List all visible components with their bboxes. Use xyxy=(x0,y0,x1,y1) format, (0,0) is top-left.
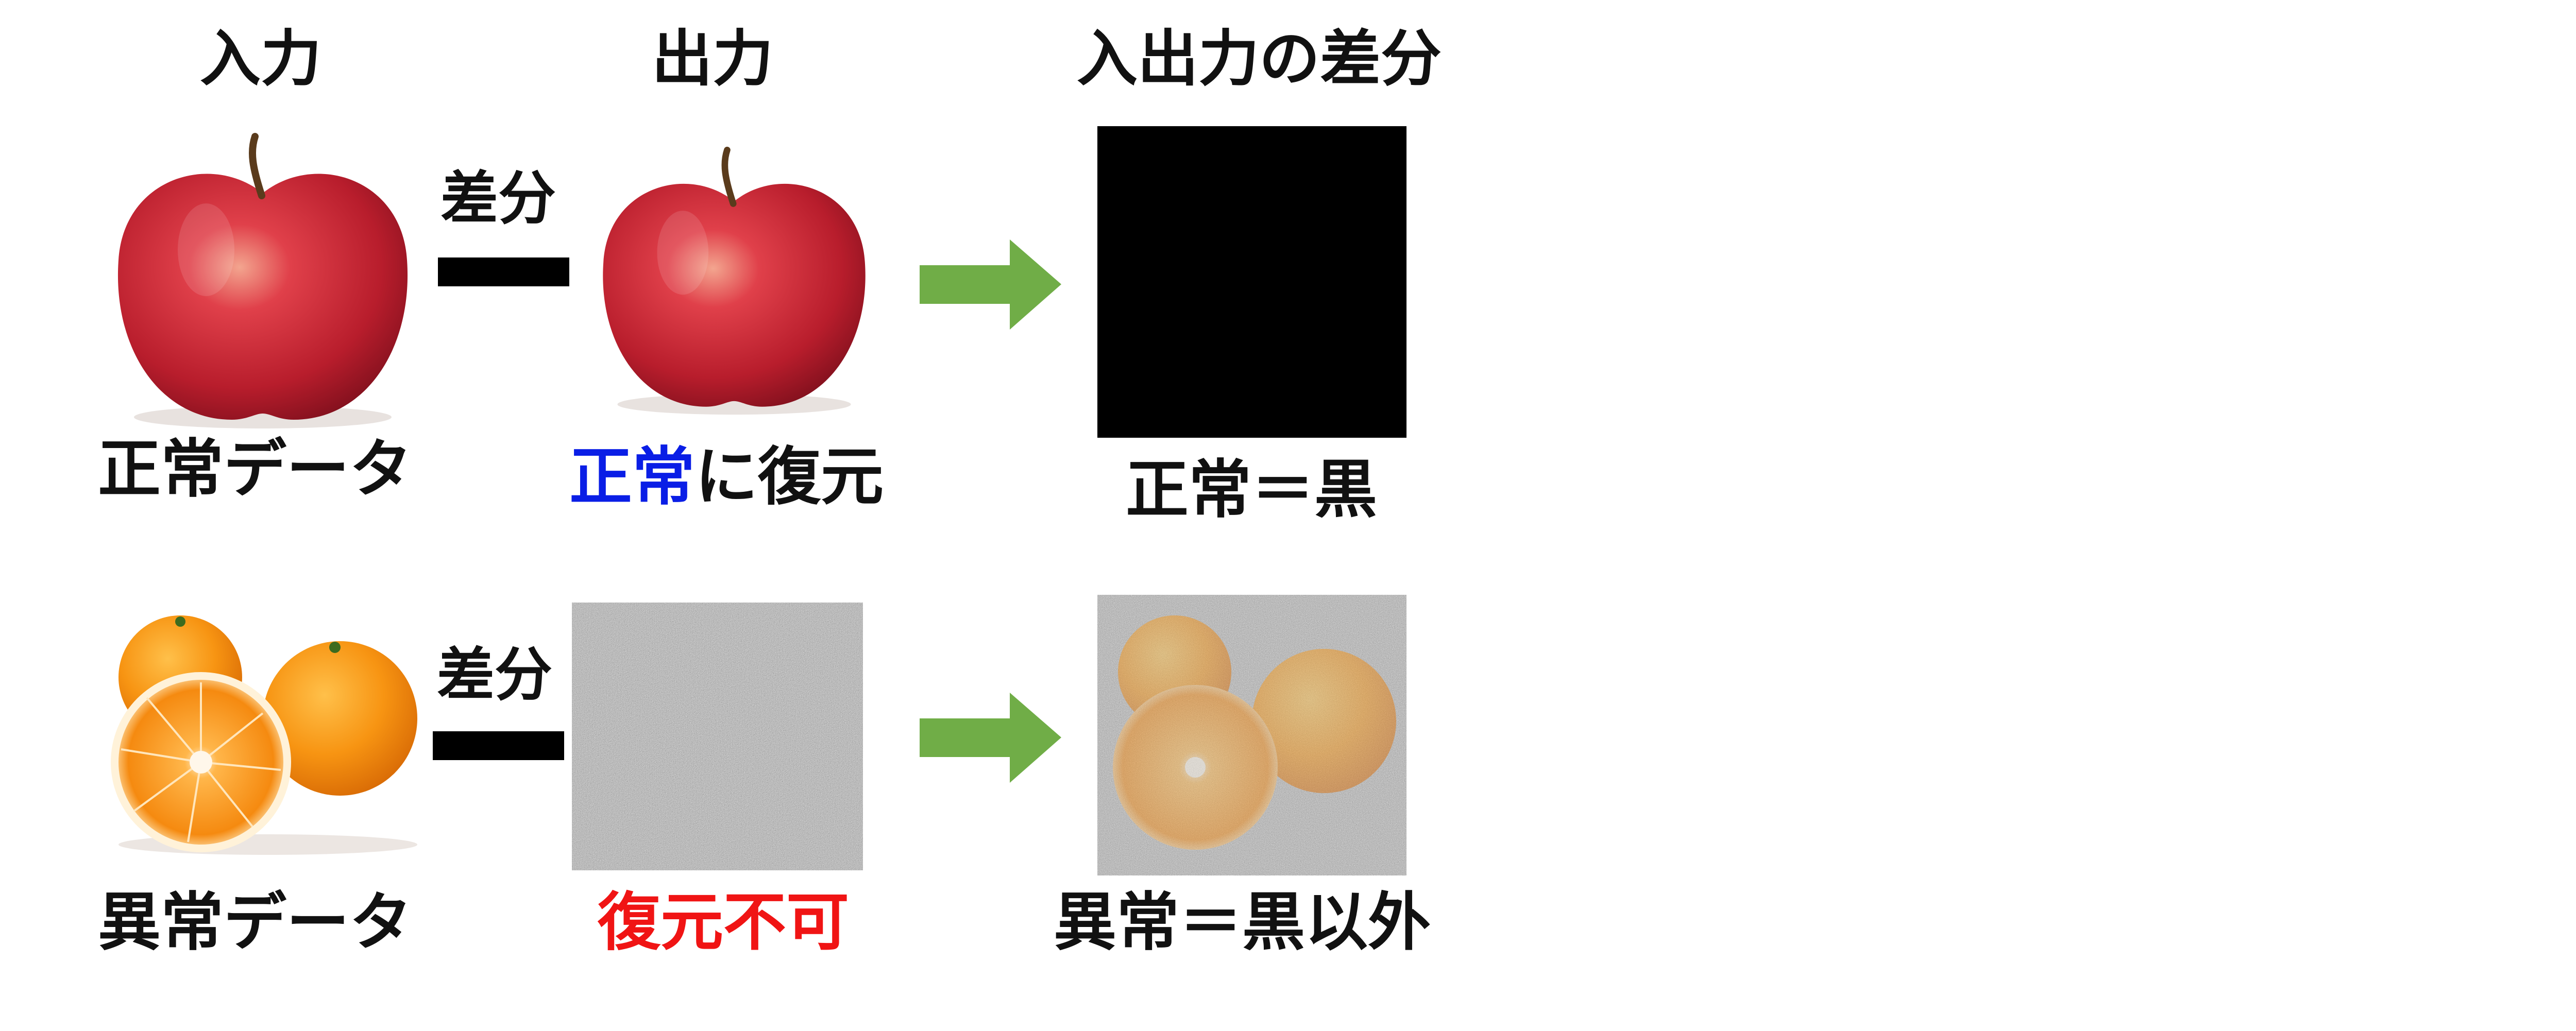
noisy-oranges-difference-image xyxy=(1097,595,1406,875)
arrow-right-bottom xyxy=(920,693,1061,783)
normal-equals-black-label: 正常＝黒 xyxy=(1126,453,1377,526)
restored-text: に復元 xyxy=(695,440,884,513)
header-output: 出力 xyxy=(652,23,774,94)
noise-output-image xyxy=(572,603,863,870)
apple-input-image xyxy=(98,131,428,430)
black-difference-image xyxy=(1097,126,1406,438)
restored-normal-label: 正常に復元 xyxy=(569,445,884,508)
operator-label-top: 差分 xyxy=(440,165,556,232)
operator-label-bottom: 差分 xyxy=(437,642,552,709)
normal-highlight: 正常 xyxy=(569,440,695,513)
minus-sign-bottom xyxy=(433,731,564,760)
apple-output-image xyxy=(585,131,884,430)
anomaly-not-black-label: 異常＝黒以外 xyxy=(1054,886,1431,959)
header-input: 入力 xyxy=(200,23,322,94)
minus-sign-top xyxy=(438,257,569,286)
normal-data-label: 正常データ xyxy=(98,433,412,506)
header-difference: 入出力の差分 xyxy=(1077,23,1442,94)
anomaly-data-label: 異常データ xyxy=(98,886,412,959)
arrow-right-top xyxy=(920,239,1061,330)
oranges-input-image xyxy=(98,610,428,857)
cannot-restore-label: 復元不可 xyxy=(598,886,849,959)
